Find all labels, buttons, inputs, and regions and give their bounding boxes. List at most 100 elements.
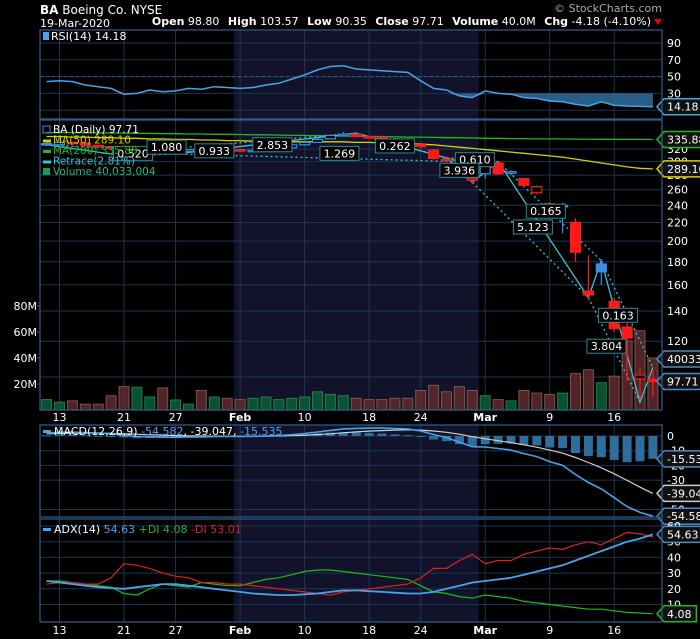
x-axis-label: Mar	[473, 411, 497, 424]
volume-bar	[415, 390, 427, 410]
macd-histogram-bar	[622, 436, 632, 463]
macd-legend-part: MACD(12,26,9)	[54, 425, 141, 438]
retrace-label-text: 2.853	[257, 139, 289, 152]
x-axis-label-bottom: 13	[53, 624, 67, 637]
candlestick	[350, 133, 362, 138]
candle-body	[311, 138, 324, 143]
candle-body	[531, 186, 543, 194]
volume-bar	[157, 387, 169, 410]
price-tick-label: 160	[667, 279, 688, 292]
macd-histogram-bar	[571, 436, 580, 454]
volume-bar	[570, 373, 581, 410]
volume-value-tag-text: 400330	[667, 353, 700, 366]
volume-tick-label: 40M	[14, 352, 38, 365]
ma200-swatch-icon	[43, 150, 51, 153]
price-tick-label: 120	[667, 335, 688, 348]
macd-histogram-bar	[480, 436, 490, 445]
retrace-label-text: 0.165	[530, 205, 562, 218]
volume-bar	[518, 390, 530, 410]
price-tick-label: 240	[667, 199, 688, 212]
volume-value-tag: 400330	[656, 350, 700, 368]
macd-histogram-bar	[545, 436, 555, 448]
macd-histogram-bar	[429, 436, 439, 440]
candle-body	[324, 134, 336, 140]
macd-histogram-bar	[583, 436, 593, 456]
candlestick	[311, 138, 324, 143]
macd-signal-tag: -39.047	[656, 484, 700, 503]
rsi-legend: RSI(14) 14.18	[43, 30, 126, 43]
macd-histogram-bar	[596, 436, 606, 458]
retrace-ratio-label: 5.123	[512, 219, 553, 235]
volume-bar	[299, 396, 311, 410]
macd-histogram-bar	[390, 434, 400, 436]
candle-body	[466, 178, 478, 181]
volume-bar	[312, 391, 323, 410]
february-shading	[233, 425, 479, 517]
rsi-value-tag-text: 14.18	[667, 101, 699, 114]
volume-tick-label: 20M	[14, 378, 38, 391]
price-tick-label: 200	[667, 235, 688, 248]
macd-histogram-bar	[609, 436, 619, 460]
price-tick-label: 220	[667, 216, 688, 229]
x-axis-label-bottom: 16	[607, 624, 621, 637]
rsi-tick-label: 50	[667, 71, 681, 84]
volume-bar	[608, 375, 620, 410]
candle-body	[595, 263, 607, 273]
retrace-ratio-label: 0.163	[598, 307, 639, 323]
macd-histogram-bar	[558, 436, 568, 449]
volume-bar	[131, 386, 143, 410]
volume-bar	[247, 397, 259, 410]
plus-di-value-tag: 4.08	[656, 605, 698, 623]
candle-body	[428, 149, 440, 160]
macd-legend-part: -54.582	[141, 425, 183, 438]
x-axis-label: 24	[414, 411, 428, 424]
retrace-label-text: 0.163	[602, 309, 634, 322]
candlestick	[324, 134, 336, 140]
macd-histogram-bar	[364, 432, 374, 436]
macd-legend-part: -15.535	[240, 425, 282, 438]
macd-legend-label: MACD(12,26,9) -54.582, -39.047, -15.535	[54, 425, 282, 438]
rsi-tick-label: 90	[667, 37, 681, 50]
x-axis-label-bottom: 9	[546, 624, 553, 637]
macd-tick-label: 0	[667, 430, 674, 443]
candle-body	[518, 178, 530, 186]
candle-body	[621, 326, 633, 339]
retrace-ratio-label: 3.804	[586, 338, 627, 354]
volume-bar	[595, 382, 607, 410]
volume-bar	[208, 396, 220, 410]
price-tick-label: 140	[667, 305, 688, 318]
ma200-value-tag-text: 335.88	[667, 134, 700, 147]
x-axis-label-bottom: 24	[414, 624, 428, 637]
macd-histogram-bar	[416, 436, 426, 437]
candle-body	[40, 142, 53, 146]
x-axis-label: Feb	[229, 411, 252, 424]
volume-bar	[389, 397, 401, 410]
candlestick	[299, 141, 311, 146]
price-tick-label: 260	[667, 184, 688, 197]
rsi-tick-label: 70	[667, 54, 681, 67]
volume-bar	[441, 391, 452, 410]
macd-histogram-bar	[377, 433, 387, 436]
rsi-legend-icon	[43, 32, 49, 40]
volume-bar	[79, 403, 91, 410]
volume-bar	[183, 403, 194, 410]
candle-body	[634, 374, 646, 380]
adx-legend-part: +DI 4.08	[139, 523, 191, 536]
macd-legend-part: ,	[184, 425, 191, 438]
volume-bar	[66, 400, 78, 410]
retrace-ratio-label: 1.269	[319, 145, 360, 161]
volume-bar	[273, 399, 285, 410]
macd-histogram-bar	[403, 435, 413, 437]
x-axis-label: 18	[362, 411, 376, 424]
volume-bar	[505, 400, 517, 410]
retrace-label-text: 1.080	[151, 141, 183, 154]
retrace-ratio-label: 3.936	[439, 162, 480, 178]
volume-bar	[195, 390, 207, 410]
volume-bar	[92, 403, 104, 410]
plus-di-value-tag-text: 4.08	[667, 608, 692, 621]
volume-bar	[54, 401, 65, 410]
candlestick	[428, 149, 440, 160]
x-axis-label: 27	[169, 411, 183, 424]
retrace-ratio-label: 2.853	[252, 137, 293, 153]
candle-body	[440, 158, 453, 162]
